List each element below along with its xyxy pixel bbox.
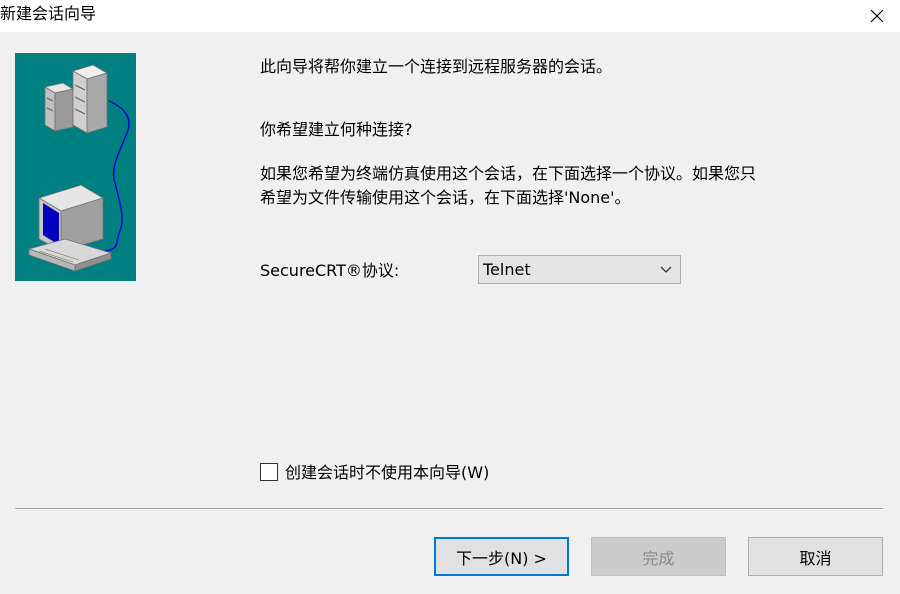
protocol-select[interactable]: Telnet	[478, 255, 681, 284]
finish-button[interactable]: 完成	[591, 537, 726, 576]
wizard-description: 如果您希望为终端仿真使用这个会话，在下面选择一个协议。如果您只 希望为文件传输使…	[260, 162, 756, 210]
cancel-button[interactable]: 取消	[748, 537, 883, 576]
next-button[interactable]: 下一步(N) >	[434, 537, 569, 576]
description-line-2: 希望为文件传输使用这个会话，在下面选择'None'。	[260, 188, 631, 207]
wizard-question-text: 你希望建立何种连接?	[260, 120, 413, 139]
protocol-label: SecureCRT®协议:	[260, 261, 400, 280]
computer-icon	[27, 184, 113, 272]
title-bar: 新建会话向导	[0, 0, 900, 32]
window-title: 新建会话向导	[0, 4, 97, 23]
skip-wizard-label: 创建会话时不使用本向导(W)	[285, 463, 490, 482]
close-button[interactable]	[854, 0, 900, 32]
protocol-select-value: Telnet	[483, 260, 531, 279]
description-line-1: 如果您希望为终端仿真使用这个会话，在下面选择一个协议。如果您只	[260, 164, 757, 183]
chevron-down-icon	[660, 266, 672, 273]
separator-line	[15, 508, 883, 510]
wizard-illustration	[15, 53, 136, 281]
server-icon	[43, 64, 109, 134]
wizard-intro-text: 此向导将帮你建立一个连接到远程服务器的会话。	[260, 57, 613, 76]
close-icon	[870, 9, 884, 23]
skip-wizard-checkbox[interactable]	[260, 463, 278, 481]
